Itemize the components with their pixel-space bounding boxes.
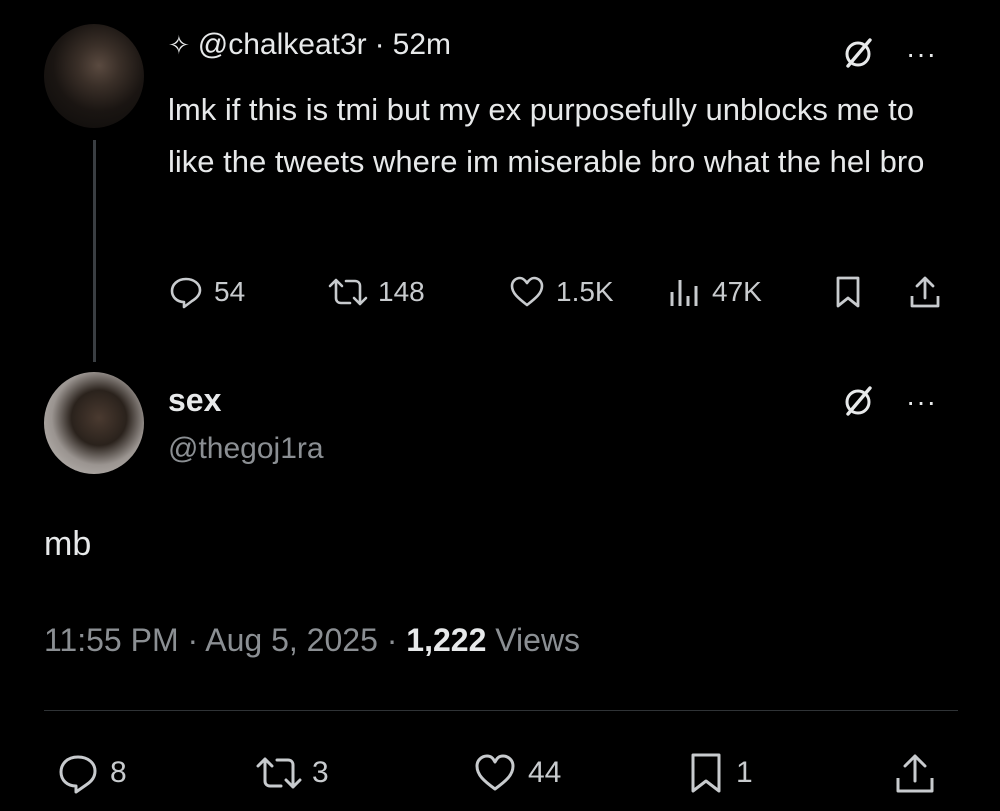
divider (44, 710, 958, 711)
heart-icon (475, 754, 515, 791)
share-icon (910, 276, 940, 308)
retweet-count: 3 (312, 756, 329, 789)
retweet-button[interactable]: 148 (328, 270, 425, 314)
bookmark-icon (691, 753, 721, 793)
author-handle[interactable]: @chalkeat3r (198, 28, 367, 62)
reply-views-count: 1,222 (406, 622, 487, 658)
grok-icon[interactable] (842, 36, 876, 75)
bookmark-button[interactable] (832, 270, 864, 314)
view-count: 47K (712, 276, 762, 307)
reply-button[interactable]: 54 (168, 270, 245, 314)
tweet-text: lmk if this is tmi but my ex purposefull… (168, 92, 925, 179)
like-button[interactable]: 1.5K (508, 270, 614, 314)
heart-icon (510, 276, 544, 307)
sparkle-icon: ✧ (168, 29, 190, 60)
like-count: 44 (528, 756, 562, 789)
retweet-icon (256, 757, 302, 789)
reply-handle[interactable]: @thegoj1ra (168, 432, 324, 466)
avatar[interactable] (44, 24, 144, 128)
avatar[interactable] (44, 372, 144, 474)
tweet-action-bar: 54 148 1.5K 47K (168, 270, 958, 314)
bookmark-icon (836, 276, 860, 308)
reply-text: mb (44, 525, 92, 563)
reply-views-label: Views (495, 622, 581, 658)
meta-separator: · (386, 622, 398, 658)
reply-icon (170, 277, 202, 309)
views-icon (670, 280, 698, 306)
thread-connector-line (93, 140, 96, 362)
more-icon[interactable]: ··· (906, 388, 937, 416)
views-button[interactable]: 47K (668, 270, 762, 314)
meta-separator: · (187, 622, 199, 658)
retweet-icon (328, 278, 368, 306)
retweet-button[interactable]: 3 (256, 750, 329, 796)
like-button[interactable]: 44 (472, 750, 561, 796)
reply-display-name[interactable]: sex (168, 382, 221, 419)
bookmark-count: 1 (736, 756, 753, 789)
timestamp[interactable]: 52m (393, 28, 451, 62)
reply-time[interactable]: 11:55 PM (44, 622, 179, 658)
like-count: 1.5K (556, 276, 614, 307)
share-icon (896, 754, 934, 793)
reply-button[interactable]: 8 (56, 750, 127, 796)
reply-icon (59, 755, 97, 794)
header-separator: · (374, 28, 385, 61)
tweet-header: ✧ @chalkeat3r · 52m (168, 28, 451, 62)
bookmark-button[interactable]: 1 (686, 750, 753, 796)
grok-icon[interactable] (842, 384, 876, 423)
share-button[interactable] (894, 750, 936, 796)
more-icon[interactable]: ··· (906, 40, 937, 68)
reply-count: 54 (214, 276, 246, 307)
reply-date[interactable]: Aug 5, 2025 (205, 622, 378, 658)
reply-action-bar: 8 3 44 1 (44, 748, 958, 798)
share-button[interactable] (908, 270, 942, 314)
reply-count: 8 (110, 756, 127, 789)
reply-meta: 11:55 PM · Aug 5, 2025 · 1,222 Views (44, 622, 580, 659)
retweet-count: 148 (378, 276, 425, 307)
